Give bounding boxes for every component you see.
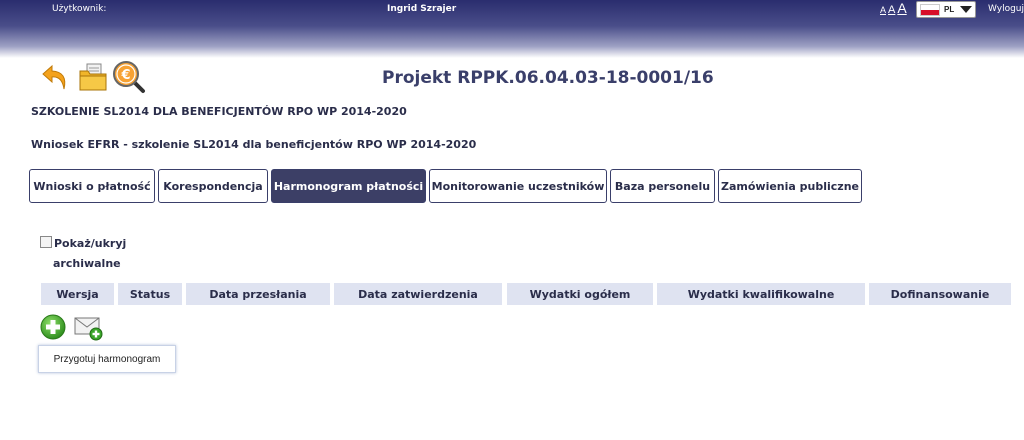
archive-label-line1: Pokaż/ukryj bbox=[54, 237, 127, 250]
tab-wnioski-o-platnosc[interactable]: Wnioski o płatność bbox=[29, 169, 155, 203]
archive-toggle: Pokaż/ukryj archiwalne bbox=[40, 234, 126, 274]
caret-down-icon bbox=[960, 6, 973, 13]
column-header[interactable]: Wersja bbox=[41, 283, 114, 305]
program-name: SZKOLENIE SL2014 DLA BENEFICJENTÓW RPO W… bbox=[31, 105, 407, 118]
archive-label-line2: archiwalne bbox=[53, 257, 121, 270]
tab-monitorowanie-uczestnikow[interactable]: Monitorowanie uczestników bbox=[429, 169, 607, 203]
column-header[interactable]: Wydatki ogółem bbox=[507, 283, 653, 305]
tab-zamowienia-publiczne[interactable]: Zamówienia publiczne bbox=[718, 169, 862, 203]
column-header[interactable]: Status bbox=[118, 283, 182, 305]
tab-baza-personelu[interactable]: Baza personelu bbox=[610, 169, 715, 203]
column-header[interactable]: Data zatwierdzenia bbox=[334, 283, 502, 305]
user-label: Użytkownik: bbox=[52, 4, 107, 14]
language-select[interactable]: PL bbox=[916, 1, 976, 18]
font-large-button[interactable]: A bbox=[897, 0, 906, 16]
folder-documents-icon[interactable] bbox=[78, 62, 108, 92]
column-header[interactable]: Wydatki kwalifikowalne bbox=[657, 283, 865, 305]
back-arrow-icon[interactable] bbox=[40, 62, 70, 92]
envelope-add-icon[interactable] bbox=[74, 315, 104, 341]
font-size-controls: AAA bbox=[880, 0, 909, 18]
logout-link[interactable]: Wyloguj bbox=[988, 4, 1024, 14]
project-title: Projekt RPPK.06.04.03-18-0001/16 bbox=[382, 68, 714, 88]
font-medium-button[interactable]: A bbox=[888, 4, 895, 16]
tooltip: Przygotuj harmonogram bbox=[38, 345, 176, 373]
column-header[interactable]: Dofinansowanie bbox=[869, 283, 1011, 305]
poland-flag-icon bbox=[920, 3, 940, 16]
svg-text:€: € bbox=[120, 68, 130, 83]
language-code: PL bbox=[944, 5, 955, 14]
tab-harmonogram-platnosci[interactable]: Harmonogram płatności bbox=[271, 169, 426, 203]
add-circle-icon[interactable] bbox=[40, 314, 66, 340]
euro-search-icon[interactable]: € bbox=[112, 60, 146, 94]
tab-korespondencja[interactable]: Korespondencja bbox=[158, 169, 268, 203]
archive-checkbox[interactable] bbox=[40, 236, 52, 248]
application-name: Wniosek EFRR - szkolenie SL2014 dla bene… bbox=[31, 138, 477, 151]
column-header[interactable]: Data przesłania bbox=[186, 283, 330, 305]
font-small-button[interactable]: A bbox=[880, 5, 886, 15]
user-name: Ingrid Szrajer bbox=[387, 4, 457, 14]
top-header: Użytkownik: Ingrid Szrajer AAA PL Wylogu… bbox=[0, 0, 1024, 58]
